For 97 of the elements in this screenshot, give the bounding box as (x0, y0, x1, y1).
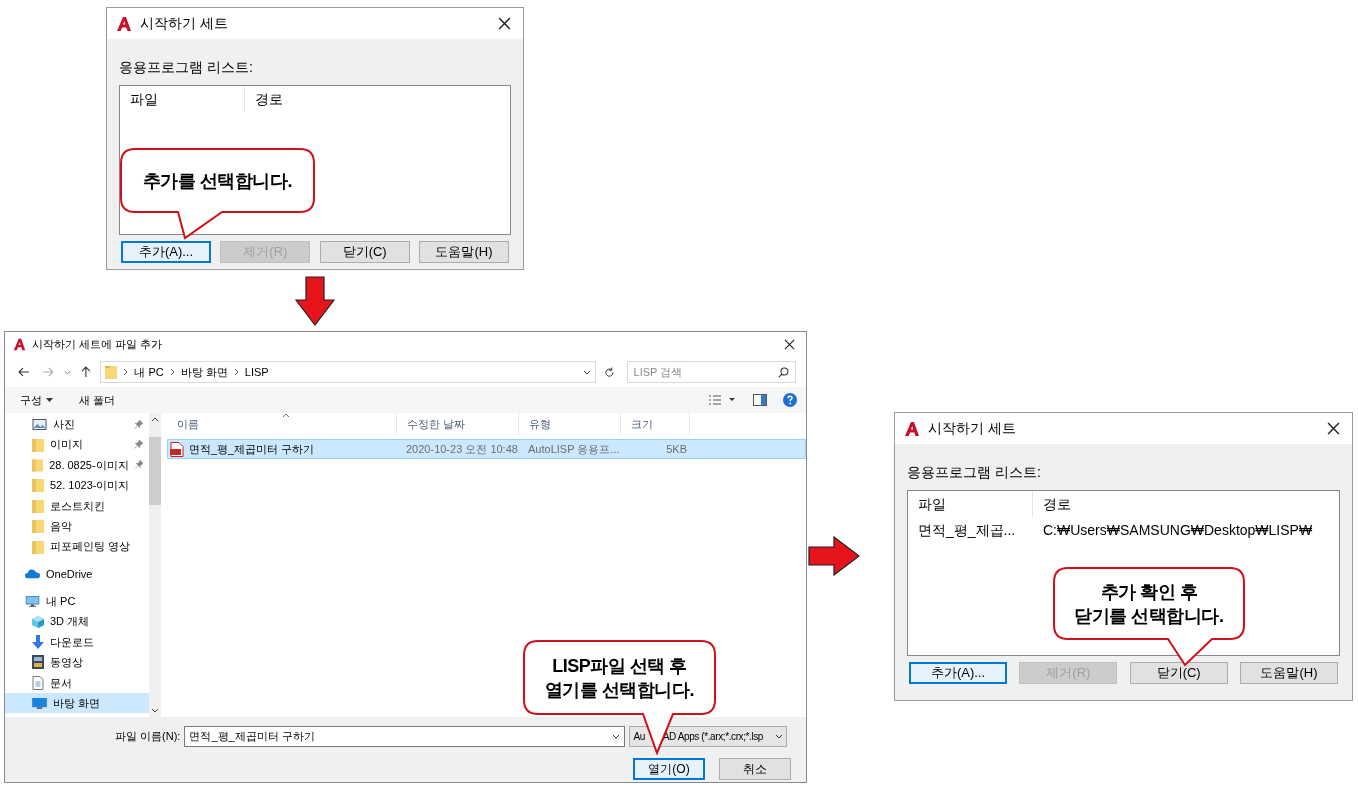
table-cell-text: AutoLISP 응용프... (527, 441, 621, 457)
column-header[interactable]: 유형 (519, 413, 621, 435)
down-arrow-icon (295, 276, 335, 326)
dialog-button[interactable]: 열기(O) (633, 758, 705, 780)
nav-item[interactable]: 3D 개체 (5, 611, 149, 632)
nav-item[interactable]: 내 PC (5, 591, 149, 612)
window-title: 시작하기 세트 (140, 14, 229, 33)
close-icon[interactable] (1327, 422, 1340, 435)
table-cell-text: 면적_평_제곱... (917, 520, 1017, 540)
up-arrow-icon[interactable] (80, 366, 91, 378)
scrollbar[interactable] (149, 413, 161, 717)
search-box[interactable]: LISP 검색 (626, 361, 796, 383)
dialog-button[interactable]: 닫기(C) (319, 241, 410, 263)
window-title: 시작하기 세트 (928, 419, 1017, 438)
column-header[interactable]: 이름 (167, 413, 397, 435)
folder-icon (32, 437, 44, 452)
dialog-button[interactable]: 추가(A)... (121, 241, 211, 263)
column-header: 경로 (254, 89, 284, 109)
scroll-up-icon[interactable] (151, 417, 159, 422)
refresh-icon[interactable] (603, 366, 615, 378)
nav-item[interactable]: 이미지 (5, 434, 149, 455)
scroll-down-icon[interactable] (151, 708, 159, 713)
close-icon[interactable] (498, 17, 511, 30)
dialog-button[interactable]: 닫기(C) (1129, 662, 1228, 684)
dialog-button[interactable]: 도움말(H) (419, 241, 509, 263)
cloud-icon (25, 568, 40, 580)
folder-icon (32, 478, 44, 493)
chevron-right-icon (123, 368, 129, 376)
breadcrumb-item[interactable]: 내 PC (134, 363, 164, 381)
folder-icon (32, 457, 44, 472)
nav-item[interactable]: 피포페인팅 영상 (5, 536, 149, 557)
scroll-thumb[interactable] (149, 437, 161, 505)
nav-item[interactable]: 바탕 화면 (5, 693, 149, 714)
nav-item[interactable]: 로스트치킨 (5, 495, 149, 516)
list-label: 응용프로그램 리스트: (119, 58, 254, 77)
chevron-down-icon[interactable] (582, 369, 591, 375)
search-icon[interactable] (778, 366, 789, 378)
nav-item[interactable]: 동영상 (5, 652, 149, 673)
column-header[interactable]: 수정한 날짜 (397, 413, 519, 435)
callout-text: 추가 확인 후 닫기를 선택합니다. (1074, 580, 1224, 628)
chevron-down-icon[interactable] (612, 734, 621, 739)
table-cell-text: 2020-10-23 오전 10:48 (405, 441, 519, 457)
cube-icon (32, 614, 44, 629)
nav-item[interactable]: 52. 1023-이미지 (5, 475, 149, 496)
dialog-button[interactable]: 도움말(H) (1240, 662, 1338, 684)
back-arrow-icon[interactable] (18, 367, 30, 377)
table-cell-text: 5KB (665, 441, 688, 457)
film-icon (32, 655, 44, 670)
preview-pane-icon[interactable] (753, 394, 767, 406)
dialog-button[interactable]: 취소 (719, 758, 791, 780)
nav-item[interactable]: 사진 (5, 414, 149, 435)
chevron-down-icon[interactable] (775, 734, 784, 739)
close-icon[interactable] (784, 339, 795, 350)
field-label: 파일 이름(N): (115, 729, 181, 745)
nav-item[interactable]: 다운로드 (5, 631, 149, 653)
nav-item[interactable]: OneDrive (5, 563, 149, 585)
chevron-right-icon (233, 368, 239, 376)
column-header: 파일 (120, 86, 245, 112)
file-name: 면적_평_제곱미터 구하기 (189, 441, 315, 457)
help-icon[interactable] (783, 393, 797, 407)
autocad-logo-icon (116, 15, 132, 32)
callout-text: 추가를 선택합니다. (143, 169, 292, 193)
picture-icon (32, 418, 47, 430)
column-header[interactable]: 크기 (621, 413, 690, 435)
nav-item[interactable]: 문서 (5, 672, 149, 694)
monitor-icon (25, 595, 40, 607)
new-folder-button[interactable]: 새 폴더 (79, 391, 116, 409)
folder-icon (32, 498, 44, 513)
table-cell-text: C:₩Users₩SAMSUNG₩Desktop₩LISP₩ (1042, 520, 1314, 540)
folder-icon (32, 539, 44, 554)
download-icon (32, 635, 44, 650)
chevron-right-icon (169, 368, 175, 376)
caret-icon (46, 398, 53, 402)
callout-text: LISP파일 선택 후 열기를 선택합니다. (545, 654, 694, 702)
lisp-file-icon (170, 441, 184, 457)
monitor-icon (32, 697, 47, 709)
search-field[interactable]: LISP 검색 (627, 362, 778, 382)
right-arrow-icon (808, 536, 860, 576)
nav-item[interactable]: 음악 (5, 515, 149, 537)
breadcrumb-item[interactable]: 바탕 화면 (180, 363, 228, 381)
window-title: 시작하기 세트에 파일 추가 (32, 337, 164, 353)
column-header: 경로 (1042, 494, 1072, 514)
column-header: 파일 (908, 491, 1033, 517)
list-label: 응용프로그램 리스트: (907, 463, 1042, 482)
nav-item[interactable]: 28. 0825-이미지 (5, 454, 149, 476)
sort-icon (282, 413, 290, 418)
view-options-icon[interactable] (709, 395, 735, 405)
autocad-logo-icon (904, 420, 920, 437)
document-icon (32, 675, 44, 690)
file-row[interactable]: 면적_평_제곱미터 구하기 2020-10-23 오전 10:48 AutoLISP 응용프... 5KB (167, 439, 806, 459)
breadcrumb-item[interactable]: LISP (244, 363, 269, 381)
folder-icon (105, 365, 118, 379)
autocad-logo-icon (13, 338, 26, 351)
organize-menu[interactable]: 구성 (20, 391, 53, 409)
folder-icon (32, 519, 44, 534)
address-bar[interactable]: 내 PC 바탕 화면 LISP (100, 361, 596, 383)
dialog-button[interactable]: 추가(A)... (909, 662, 1007, 684)
